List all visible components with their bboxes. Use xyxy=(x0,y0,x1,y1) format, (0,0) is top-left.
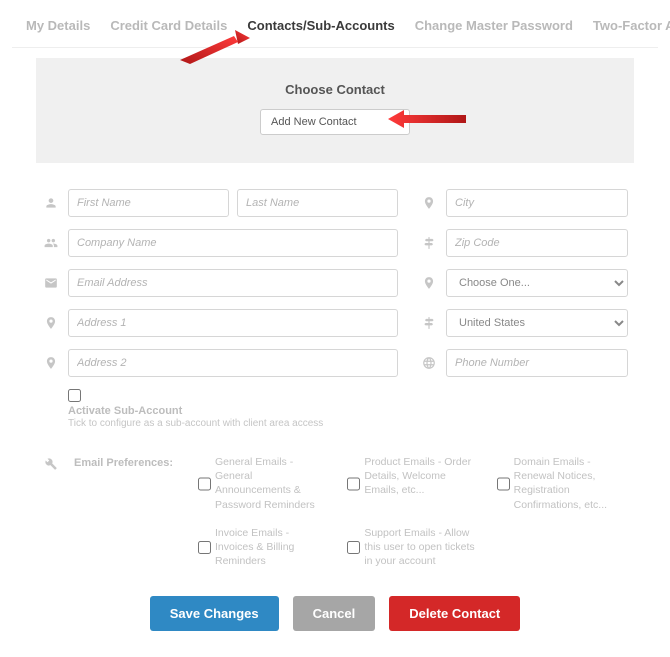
activate-sub-account-label: Activate Sub-Account xyxy=(68,405,628,417)
email-preferences: Email Preferences: General Emails - Gene… xyxy=(12,429,658,578)
contact-form: Choose One... United States xyxy=(12,163,658,383)
pref-general-checkbox[interactable] xyxy=(198,456,211,512)
pref-domain[interactable]: Domain Emails - Renewal Notices, Registr… xyxy=(497,455,628,512)
wrench-icon xyxy=(42,457,60,568)
cancel-button[interactable]: Cancel xyxy=(293,596,376,631)
zip-field[interactable] xyxy=(446,229,628,257)
tab-change-master-password[interactable]: Change Master Password xyxy=(415,18,573,33)
pref-general[interactable]: General Emails - General Announcements &… xyxy=(198,455,329,512)
pref-domain-checkbox[interactable] xyxy=(497,456,510,512)
form-left-column xyxy=(42,189,398,377)
address1-field[interactable] xyxy=(68,309,398,337)
signpost-icon xyxy=(420,236,438,250)
person-icon xyxy=(42,196,60,210)
phone-field[interactable] xyxy=(446,349,628,377)
pref-invoice-label: Invoice Emails - Invoices & Billing Remi… xyxy=(215,526,329,569)
activate-sub-account-checkbox[interactable] xyxy=(68,389,81,402)
email-field[interactable] xyxy=(68,269,398,297)
location-icon xyxy=(42,356,60,370)
button-bar: Save Changes Cancel Delete Contact xyxy=(12,578,658,637)
company-field[interactable] xyxy=(68,229,398,257)
address2-field[interactable] xyxy=(68,349,398,377)
tab-my-details[interactable]: My Details xyxy=(26,18,90,33)
pref-product-label: Product Emails - Order Details, Welcome … xyxy=(364,455,478,512)
tab-two-factor[interactable]: Two-Factor Authentication xyxy=(593,18,670,33)
first-name-field[interactable] xyxy=(68,189,229,217)
save-button[interactable]: Save Changes xyxy=(150,596,279,631)
pref-general-label: General Emails - General Announcements &… xyxy=(215,455,329,512)
pref-product-checkbox[interactable] xyxy=(347,456,360,512)
pref-invoice-checkbox[interactable] xyxy=(198,527,211,569)
pref-domain-label: Domain Emails - Renewal Notices, Registr… xyxy=(514,455,628,512)
delete-contact-button[interactable]: Delete Contact xyxy=(389,596,520,631)
last-name-field[interactable] xyxy=(237,189,398,217)
location-icon xyxy=(420,276,438,290)
tab-bar: My Details Credit Card Details Contacts/… xyxy=(12,10,658,48)
state-select[interactable]: Choose One... xyxy=(446,269,628,297)
location-icon xyxy=(420,196,438,210)
choose-contact-select[interactable]: Add New Contact xyxy=(260,109,410,135)
activate-sub-account: Activate Sub-Account Tick to configure a… xyxy=(12,383,658,429)
location-icon xyxy=(42,316,60,330)
city-field[interactable] xyxy=(446,189,628,217)
signpost-icon xyxy=(420,316,438,330)
pref-support-label: Support Emails - Allow this user to open… xyxy=(364,526,478,569)
tab-contacts-sub-accounts[interactable]: Contacts/Sub-Accounts xyxy=(247,18,394,33)
pref-support[interactable]: Support Emails - Allow this user to open… xyxy=(347,526,478,569)
email-icon xyxy=(42,276,60,290)
choose-contact-title: Choose Contact xyxy=(36,82,634,97)
tab-credit-card[interactable]: Credit Card Details xyxy=(110,18,227,33)
activate-sub-account-hint: Tick to configure as a sub-account with … xyxy=(68,418,323,429)
country-select[interactable]: United States xyxy=(446,309,628,337)
pref-support-checkbox[interactable] xyxy=(347,527,360,569)
choose-contact-panel: Choose Contact Add New Contact xyxy=(36,58,634,163)
pref-product[interactable]: Product Emails - Order Details, Welcome … xyxy=(347,455,478,512)
pref-invoice[interactable]: Invoice Emails - Invoices & Billing Remi… xyxy=(198,526,329,569)
company-icon xyxy=(42,236,60,250)
email-preferences-title: Email Preferences: xyxy=(74,455,184,568)
form-right-column: Choose One... United States xyxy=(420,189,628,377)
globe-icon xyxy=(420,356,438,370)
